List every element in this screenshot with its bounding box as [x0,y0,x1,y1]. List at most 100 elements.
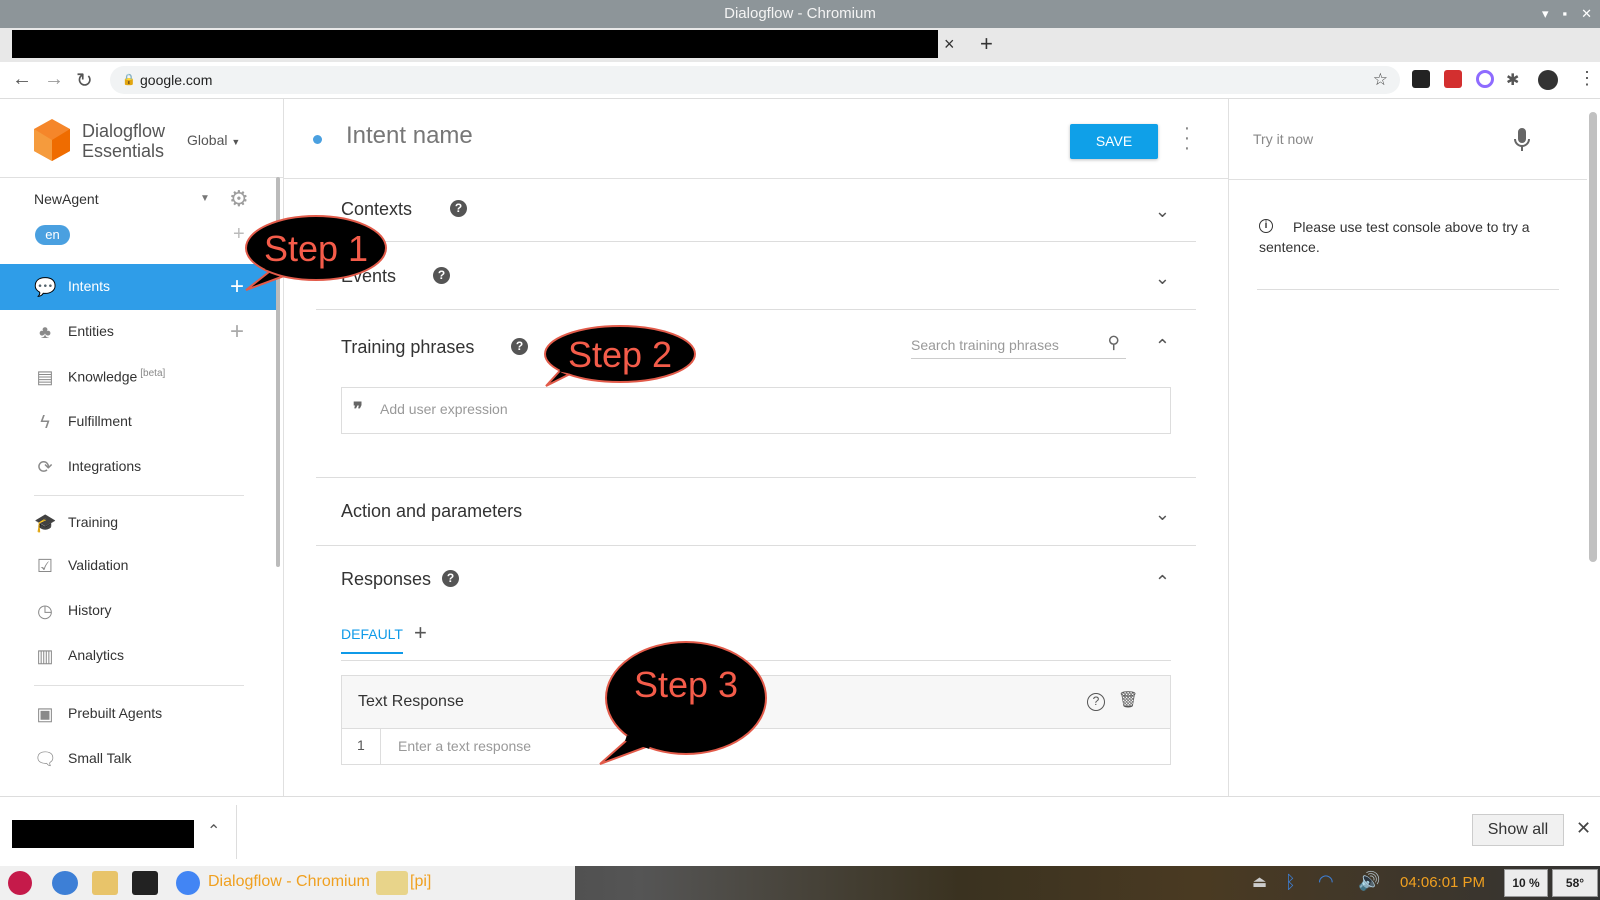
raspberry-menu-icon[interactable] [8,871,32,895]
try-it-now-input[interactable]: Try it now [1253,131,1313,147]
redacted-download-item[interactable] [12,820,194,848]
address-bar[interactable]: 🔒 google.com ☆ [110,66,1400,94]
action-parameters-section[interactable]: Action and parameters ⌄ [316,478,1196,546]
contexts-section[interactable]: Contexts ? ⌄ [316,179,1196,242]
new-tab-icon[interactable]: + [980,31,993,57]
knowledge-icon: ▤ [36,367,54,387]
minimize-icon[interactable]: ▾ [1542,0,1549,28]
training-help-icon[interactable]: ? [511,338,528,355]
close-window-icon[interactable]: ✕ [1581,0,1592,28]
taskbar-clock[interactable]: 04:06:01 PM [1400,874,1485,891]
language-badge[interactable]: en [35,225,70,245]
downloads-bar: ⌃ Show all ✕ [0,796,1600,866]
dialogflow-sidebar: Dialogflow Essentials Global ▼ NewAgent … [0,99,284,796]
events-help-icon[interactable]: ? [433,267,450,284]
chevron-down-icon[interactable]: ⌄ [1155,504,1170,525]
intents-icon: 💬 [34,277,57,297]
eject-icon[interactable]: ⏏ [1252,872,1267,892]
redacted-tab[interactable] [12,30,938,58]
sidebar-item-fulfillment[interactable]: ϟ Fulfillment [0,399,280,445]
forward-icon[interactable]: → [44,68,64,91]
region-label: Global [187,132,228,148]
prebuilt-agents-icon: ▣ [36,704,54,724]
beta-badge: [beta] [140,368,166,379]
microphone-icon[interactable] [1513,126,1531,154]
sidebar-item-training[interactable]: 🎓 Training [0,500,280,546]
help-circle-icon[interactable]: ? [1087,693,1105,711]
volume-icon[interactable]: 🔊 [1358,871,1380,892]
sidebar-item-validation[interactable]: ☑ Validation [0,543,280,589]
sidebar-item-label: Small Talk [68,750,132,766]
extension-2-icon[interactable] [1444,70,1462,88]
reload-icon[interactable]: ↻ [76,68,93,93]
sidebar-item-label: Fulfillment [68,413,132,429]
chevron-down-icon[interactable]: ⌄ [1155,201,1170,222]
wifi-icon[interactable]: ◠ [1318,871,1334,892]
close-downloads-icon[interactable]: ✕ [1576,818,1591,839]
sidebar-divider [34,685,244,686]
bookmark-star-icon[interactable]: ☆ [1373,66,1388,94]
file-manager-icon[interactable] [92,871,118,895]
search-icon[interactable]: ⚲ [1108,333,1120,353]
taskbar-item-pi[interactable]: [pi] [410,873,431,891]
small-talk-icon: 🗨 [34,749,57,769]
folder-task-icon [376,871,408,895]
chevron-down-icon[interactable]: ⌄ [1155,268,1170,289]
sidebar-item-prebuilt-agents[interactable]: ▣ Prebuilt Agents [0,691,280,737]
sidebar-item-small-talk[interactable]: 🗨 Small Talk [0,736,280,782]
window-title: Dialogflow - Chromium [724,5,876,22]
lock-icon[interactable]: 🔒 [122,66,136,94]
row-number-divider [380,729,381,765]
chevron-up-icon[interactable]: ⌃ [1155,572,1170,593]
analytics-icon: ▥ [36,646,54,666]
contexts-help-icon[interactable]: ? [450,200,467,217]
trash-icon[interactable]: 🗑 [1118,690,1138,710]
extension-1-icon[interactable] [1412,70,1430,88]
close-tab-icon[interactable]: × [944,34,955,55]
terminal-icon[interactable] [132,871,158,895]
bluetooth-icon[interactable]: ᛒ [1285,872,1296,893]
download-options-chevron-icon[interactable]: ⌃ [207,821,220,841]
add-entity-icon[interactable]: + [230,318,244,346]
save-button[interactable]: SAVE [1070,124,1158,159]
maximize-icon[interactable]: ▪ [1562,0,1567,28]
intent-status-dot [313,135,322,144]
extensions-puzzle-icon[interactable]: ✱ [1506,70,1519,90]
training-search-input[interactable] [911,331,1091,353]
sidebar-item-history[interactable]: ◷ History [0,588,280,634]
browser-toolbar: ← → ↻ 🔒 google.com ☆ ✱ ⋮ [0,62,1600,99]
more-options-icon[interactable]: · · · [1182,118,1192,158]
agent-settings-gear-icon[interactable]: ⚙ [229,186,249,212]
callout-step3-text: Step 3 [633,664,739,705]
tab-default[interactable]: DEFAULT [341,626,403,654]
sidebar-item-integrations[interactable]: ⟳ Integrations [0,444,280,490]
sidebar-item-label: Prebuilt Agents [68,705,163,721]
events-section[interactable]: Events ? ⌄ [316,242,1196,310]
taskbar-item-chromium[interactable]: Dialogflow - Chromium [208,873,370,891]
test-console-divider [1229,179,1587,180]
agent-selector[interactable]: NewAgent [34,191,99,207]
callout-step2-text: Step 2 [567,334,673,375]
user-expression-input[interactable] [380,401,1080,417]
add-response-tab-icon[interactable]: + [414,620,427,646]
intent-name-input[interactable]: Intent name [346,122,473,150]
sidebar-item-entities[interactable]: ♣ Entities + [0,309,280,355]
training-icon: 🎓 [34,513,57,533]
show-all-button[interactable]: Show all [1472,814,1564,846]
extension-3-icon[interactable] [1476,70,1494,88]
fulfillment-icon: ϟ [40,412,50,432]
page-scrollbar[interactable] [1589,112,1597,562]
sidebar-item-analytics[interactable]: ▥ Analytics [0,633,280,679]
chevron-up-icon[interactable]: ⌃ [1155,336,1170,357]
region-selector[interactable]: Global ▼ [187,132,240,148]
back-icon[interactable]: ← [12,68,32,91]
os-taskbar: Dialogflow - Chromium [pi] ⏏ ᛒ ◠ 🔊 04:06… [0,866,1600,900]
responses-help-icon[interactable]: ? [442,570,459,587]
web-browser-icon[interactable] [52,871,78,895]
test-console: Try it now i Please use test console abo… [1228,99,1587,796]
agent-caret-icon[interactable]: ▼ [200,193,210,204]
chromium-task-icon [176,871,200,895]
profile-avatar-icon[interactable] [1538,70,1558,90]
sidebar-item-knowledge[interactable]: ▤ Knowledge [beta] [0,354,280,400]
browser-menu-icon[interactable]: ⋮ [1578,68,1596,89]
